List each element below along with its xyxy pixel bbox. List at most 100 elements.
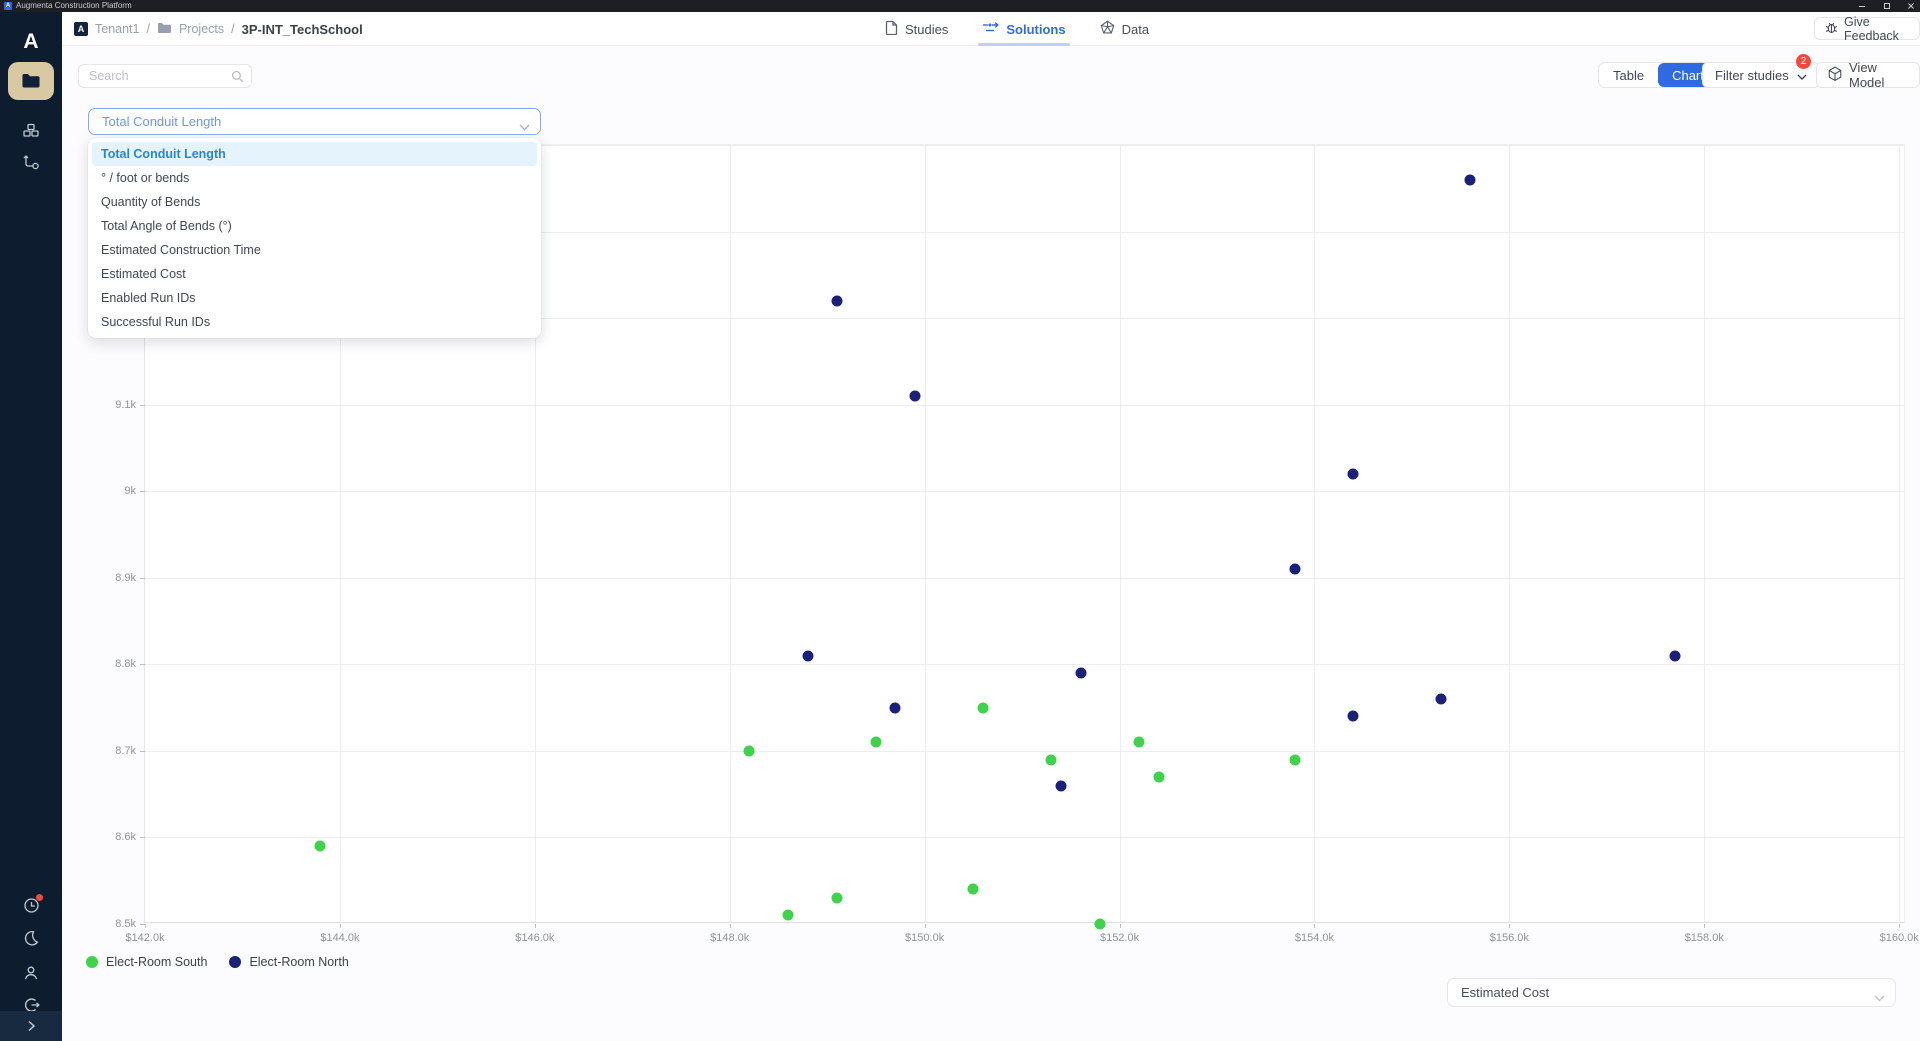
data-point-elect-room-south[interactable] xyxy=(315,841,326,852)
cube-icon xyxy=(1828,66,1842,84)
x-axis-metric-select[interactable]: Estimated Cost xyxy=(1447,978,1896,1007)
x-tick-mark xyxy=(1509,924,1510,928)
legend-item[interactable]: Elect-Room North xyxy=(229,955,348,969)
data-point-elect-room-north[interactable] xyxy=(1348,468,1359,479)
data-point-elect-room-north[interactable] xyxy=(1289,564,1300,575)
dropdown-option[interactable]: Total Angle of Bends (°) xyxy=(92,214,537,238)
sidebar-item-notifications[interactable] xyxy=(0,892,62,918)
data-point-elect-room-north[interactable] xyxy=(1436,693,1447,704)
nav-tabs: Studies Solutions Data xyxy=(885,12,1149,46)
x-tick-mark xyxy=(340,924,341,928)
x-tick-label: $158.0k xyxy=(1685,932,1724,944)
breadcrumb-tenant[interactable]: Tenant1 xyxy=(95,22,139,36)
maximize-button[interactable] xyxy=(1880,0,1894,12)
data-point-elect-room-south[interactable] xyxy=(1134,737,1145,748)
x-tick-label: $146.0k xyxy=(515,932,554,944)
window-titlebar[interactable]: A Augmenta Construction Platform xyxy=(0,0,1920,12)
y-tick-label: 8.8k xyxy=(115,658,136,670)
selected-x-axis-value: Estimated Cost xyxy=(1461,985,1549,1000)
y-tick-mark xyxy=(140,578,145,579)
app-logo-icon: A xyxy=(4,2,12,10)
sidebar-expand-button[interactable] xyxy=(0,1011,62,1041)
minimize-button[interactable] xyxy=(1855,0,1869,12)
dropdown-option[interactable]: Total Conduit Length xyxy=(92,142,537,166)
x-tick-mark xyxy=(1120,924,1121,928)
breadcrumb-current-project: 3P-INT_TechSchool xyxy=(242,22,363,37)
tab-studies[interactable]: Studies xyxy=(885,12,948,46)
y-tick-mark xyxy=(140,837,145,838)
data-point-elect-room-south[interactable] xyxy=(1095,919,1106,930)
data-point-elect-room-south[interactable] xyxy=(870,737,881,748)
x-gridline xyxy=(925,145,926,922)
data-point-elect-room-south[interactable] xyxy=(1153,771,1164,782)
x-tick-label: $152.0k xyxy=(1100,932,1139,944)
tab-data[interactable]: Data xyxy=(1100,12,1149,46)
breadcrumb-projects[interactable]: Projects xyxy=(179,22,224,36)
y-gridline xyxy=(145,837,1904,838)
y-tick-label: 8.5k xyxy=(115,918,136,930)
x-tick-label: $142.0k xyxy=(125,932,164,944)
data-point-elect-room-north[interactable] xyxy=(1348,711,1359,722)
search-input[interactable] xyxy=(89,65,229,87)
sidebar-item-projects[interactable] xyxy=(8,62,54,100)
data-point-elect-room-north[interactable] xyxy=(831,295,842,306)
tab-solutions[interactable]: Solutions xyxy=(982,12,1065,46)
data-point-elect-room-north[interactable] xyxy=(1670,650,1681,661)
search-box xyxy=(78,64,252,88)
sidebar-item-workflows[interactable] xyxy=(0,149,62,175)
x-tick-mark xyxy=(925,924,926,928)
close-button[interactable] xyxy=(1904,0,1918,12)
x-tick-label: $160.0k xyxy=(1880,932,1919,944)
tab-label: Data xyxy=(1122,22,1149,37)
data-point-elect-room-south[interactable] xyxy=(831,893,842,904)
data-point-elect-room-south[interactable] xyxy=(744,745,755,756)
data-point-elect-room-south[interactable] xyxy=(968,884,979,895)
x-tick-label: $150.0k xyxy=(905,932,944,944)
sidebar-item-account[interactable] xyxy=(0,960,62,986)
legend-label: Elect-Room South xyxy=(106,955,207,969)
data-point-elect-room-south[interactable] xyxy=(978,702,989,713)
dropdown-option[interactable]: Estimated Cost xyxy=(92,262,537,286)
data-point-elect-room-south[interactable] xyxy=(1289,754,1300,765)
folder-icon xyxy=(21,73,41,89)
search-icon xyxy=(231,70,244,88)
data-point-elect-room-north[interactable] xyxy=(1056,780,1067,791)
dropdown-option[interactable]: Quantity of Bends xyxy=(92,190,537,214)
give-feedback-button[interactable]: Give Feedback xyxy=(1814,17,1920,40)
breadcrumb: A Tenant1 / Projects / 3P-INT_TechSchool xyxy=(74,12,363,46)
data-point-elect-room-north[interactable] xyxy=(1075,667,1086,678)
table-view-button[interactable]: Table xyxy=(1599,63,1658,87)
sidebar-item-dark-mode[interactable] xyxy=(0,925,62,951)
y-gridline xyxy=(145,491,1904,492)
data-point-elect-room-north[interactable] xyxy=(890,702,901,713)
y-tick-mark xyxy=(140,924,145,925)
dropdown-option[interactable]: Enabled Run IDs xyxy=(92,286,537,310)
breadcrumb-separator: / xyxy=(146,22,149,36)
y-tick-label: 8.7k xyxy=(115,745,136,757)
dropdown-option[interactable]: Estimated Construction Time xyxy=(92,238,537,262)
y-gridline xyxy=(145,405,1904,406)
data-point-elect-room-north[interactable] xyxy=(909,391,920,402)
data-point-elect-room-north[interactable] xyxy=(802,650,813,661)
legend-label: Elect-Room North xyxy=(249,955,348,969)
data-point-elect-room-north[interactable] xyxy=(1465,174,1476,185)
data-point-elect-room-south[interactable] xyxy=(1046,754,1057,765)
view-model-button[interactable]: View Model xyxy=(1816,62,1920,88)
document-icon xyxy=(885,20,898,38)
selected-metric-value: Total Conduit Length xyxy=(102,114,221,129)
flow-gear-icon xyxy=(23,154,40,170)
dropdown-option[interactable]: Successful Run IDs xyxy=(92,310,537,334)
data-point-elect-room-south[interactable] xyxy=(783,910,794,921)
moon-icon xyxy=(23,930,39,946)
legend-item[interactable]: Elect-Room South xyxy=(86,955,207,969)
x-gridline xyxy=(1314,145,1315,922)
x-tick-mark xyxy=(1704,924,1705,928)
dropdown-option[interactable]: ° / foot or bends xyxy=(92,166,537,190)
chevron-down-icon xyxy=(1874,989,1885,1007)
header: A Tenant1 / Projects / 3P-INT_TechSchool… xyxy=(62,12,1920,46)
legend-dot xyxy=(86,956,98,968)
y-tick-label: 9k xyxy=(124,485,136,497)
sidebar-item-studies[interactable] xyxy=(0,117,62,143)
y-axis-metric-select[interactable]: Total Conduit Length xyxy=(88,108,541,135)
y-tick-mark xyxy=(140,491,145,492)
